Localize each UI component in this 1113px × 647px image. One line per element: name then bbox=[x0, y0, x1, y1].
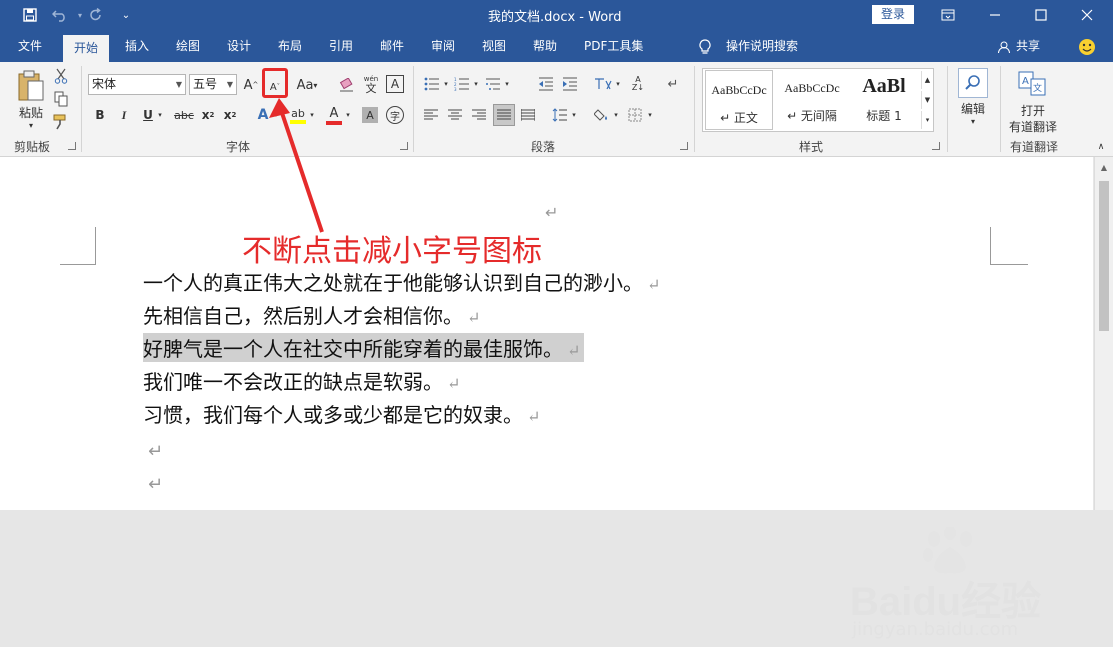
baidu-watermark: Baidu经验 jingyan.baidu.com bbox=[830, 527, 1080, 647]
annotation-arrow bbox=[269, 98, 324, 233]
annotation-text: 不断点击减小字号图标 bbox=[242, 234, 542, 269]
watermark-url: jingyan.baidu.com bbox=[852, 619, 1019, 640]
